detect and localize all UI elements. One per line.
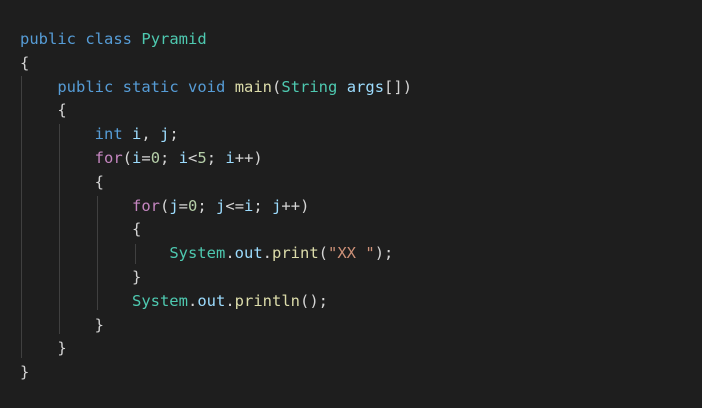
function-name-token: main xyxy=(234,77,273,96)
punctuation-token: . xyxy=(225,244,235,263)
field-token: out xyxy=(234,244,263,263)
punctuation-token: . xyxy=(225,291,235,310)
keyword-token: class xyxy=(85,30,133,48)
code-line: { xyxy=(20,171,702,195)
code-line: { xyxy=(20,52,702,76)
code-line: public static void main(String args[]) xyxy=(20,76,702,100)
variable-token: j xyxy=(216,196,226,215)
number-token: 0 xyxy=(188,196,198,215)
punctuation-token: ( xyxy=(272,77,282,96)
function-name-token: print xyxy=(272,244,319,263)
punctuation-token: . xyxy=(187,291,198,310)
number-token: 5 xyxy=(197,148,207,167)
code-line: System.out.print("XX "); xyxy=(20,242,702,266)
variable-token: i xyxy=(225,148,235,167)
brace-token: } xyxy=(94,315,104,334)
brace-token: { xyxy=(131,220,142,239)
number-token: 0 xyxy=(150,148,161,167)
keyword-token: public xyxy=(20,30,76,48)
operator-token: ++) xyxy=(234,148,263,167)
operator-token: < xyxy=(188,148,198,167)
code-line: } xyxy=(20,266,702,290)
punctuation-token: ; xyxy=(169,125,179,144)
class-name-token: System xyxy=(131,291,188,310)
punctuation-token: ; xyxy=(197,196,217,215)
brace-token: { xyxy=(20,53,30,72)
field-token: out xyxy=(197,291,226,310)
brace-token: { xyxy=(94,172,104,191)
operator-token: ++) xyxy=(281,196,310,215)
code-line: } xyxy=(20,337,702,361)
operator-token: = xyxy=(141,148,151,167)
parameter-token: args xyxy=(346,77,385,96)
code-line: System.out.println(); xyxy=(20,290,702,314)
punctuation-token: , xyxy=(141,125,161,144)
code-line: { xyxy=(20,99,702,123)
operator-token: <= xyxy=(225,196,245,215)
brace-token: } xyxy=(20,363,30,382)
punctuation-token: ( xyxy=(318,244,329,263)
string-token: "XX " xyxy=(328,244,375,263)
brace-token: { xyxy=(57,101,67,120)
punctuation-token: . xyxy=(262,244,272,263)
code-line: { xyxy=(20,218,702,242)
keyword-token: public xyxy=(57,77,114,96)
control-keyword-token: for xyxy=(94,148,123,167)
class-name-token: Pyramid xyxy=(141,30,207,48)
variable-token: i xyxy=(244,196,254,215)
code-editor[interactable]: public class Pyramid { public static voi… xyxy=(0,0,702,408)
punctuation-token: ); xyxy=(374,244,394,263)
punctuation-token: (); xyxy=(300,291,328,310)
variable-token: i xyxy=(132,148,142,167)
punctuation-token: ; xyxy=(206,148,226,167)
class-name-token: System xyxy=(169,244,226,263)
code-line: } xyxy=(20,314,702,338)
control-keyword-token: for xyxy=(131,196,160,215)
variable-token: i xyxy=(178,148,189,167)
punctuation-token: []) xyxy=(384,77,413,96)
variable-token: j xyxy=(272,196,282,215)
keyword-token: static xyxy=(122,77,179,96)
brace-token: } xyxy=(131,267,142,286)
code-line: } xyxy=(20,361,702,385)
punctuation-token: ( xyxy=(122,148,132,167)
variable-token: j xyxy=(160,125,170,144)
brace-token: } xyxy=(57,339,67,358)
keyword-token: int xyxy=(94,125,123,144)
punctuation-token: ( xyxy=(159,196,170,215)
punctuation-token: ; xyxy=(160,148,179,167)
code-line: for(i=0; i<5; i++) xyxy=(20,147,702,171)
code-line: for(j=0; j<=i; j++) xyxy=(20,195,702,219)
punctuation-token: ; xyxy=(253,196,273,215)
code-area[interactable]: public class Pyramid { public static voi… xyxy=(20,28,702,385)
variable-token: i xyxy=(132,125,142,144)
variable-token: j xyxy=(169,196,179,215)
function-name-token: println xyxy=(234,291,300,310)
keyword-token: void xyxy=(188,77,226,96)
type-token: String xyxy=(281,77,338,96)
code-line: int i, j; xyxy=(20,123,702,147)
operator-token: = xyxy=(178,196,189,215)
code-line: public class Pyramid xyxy=(20,28,702,52)
